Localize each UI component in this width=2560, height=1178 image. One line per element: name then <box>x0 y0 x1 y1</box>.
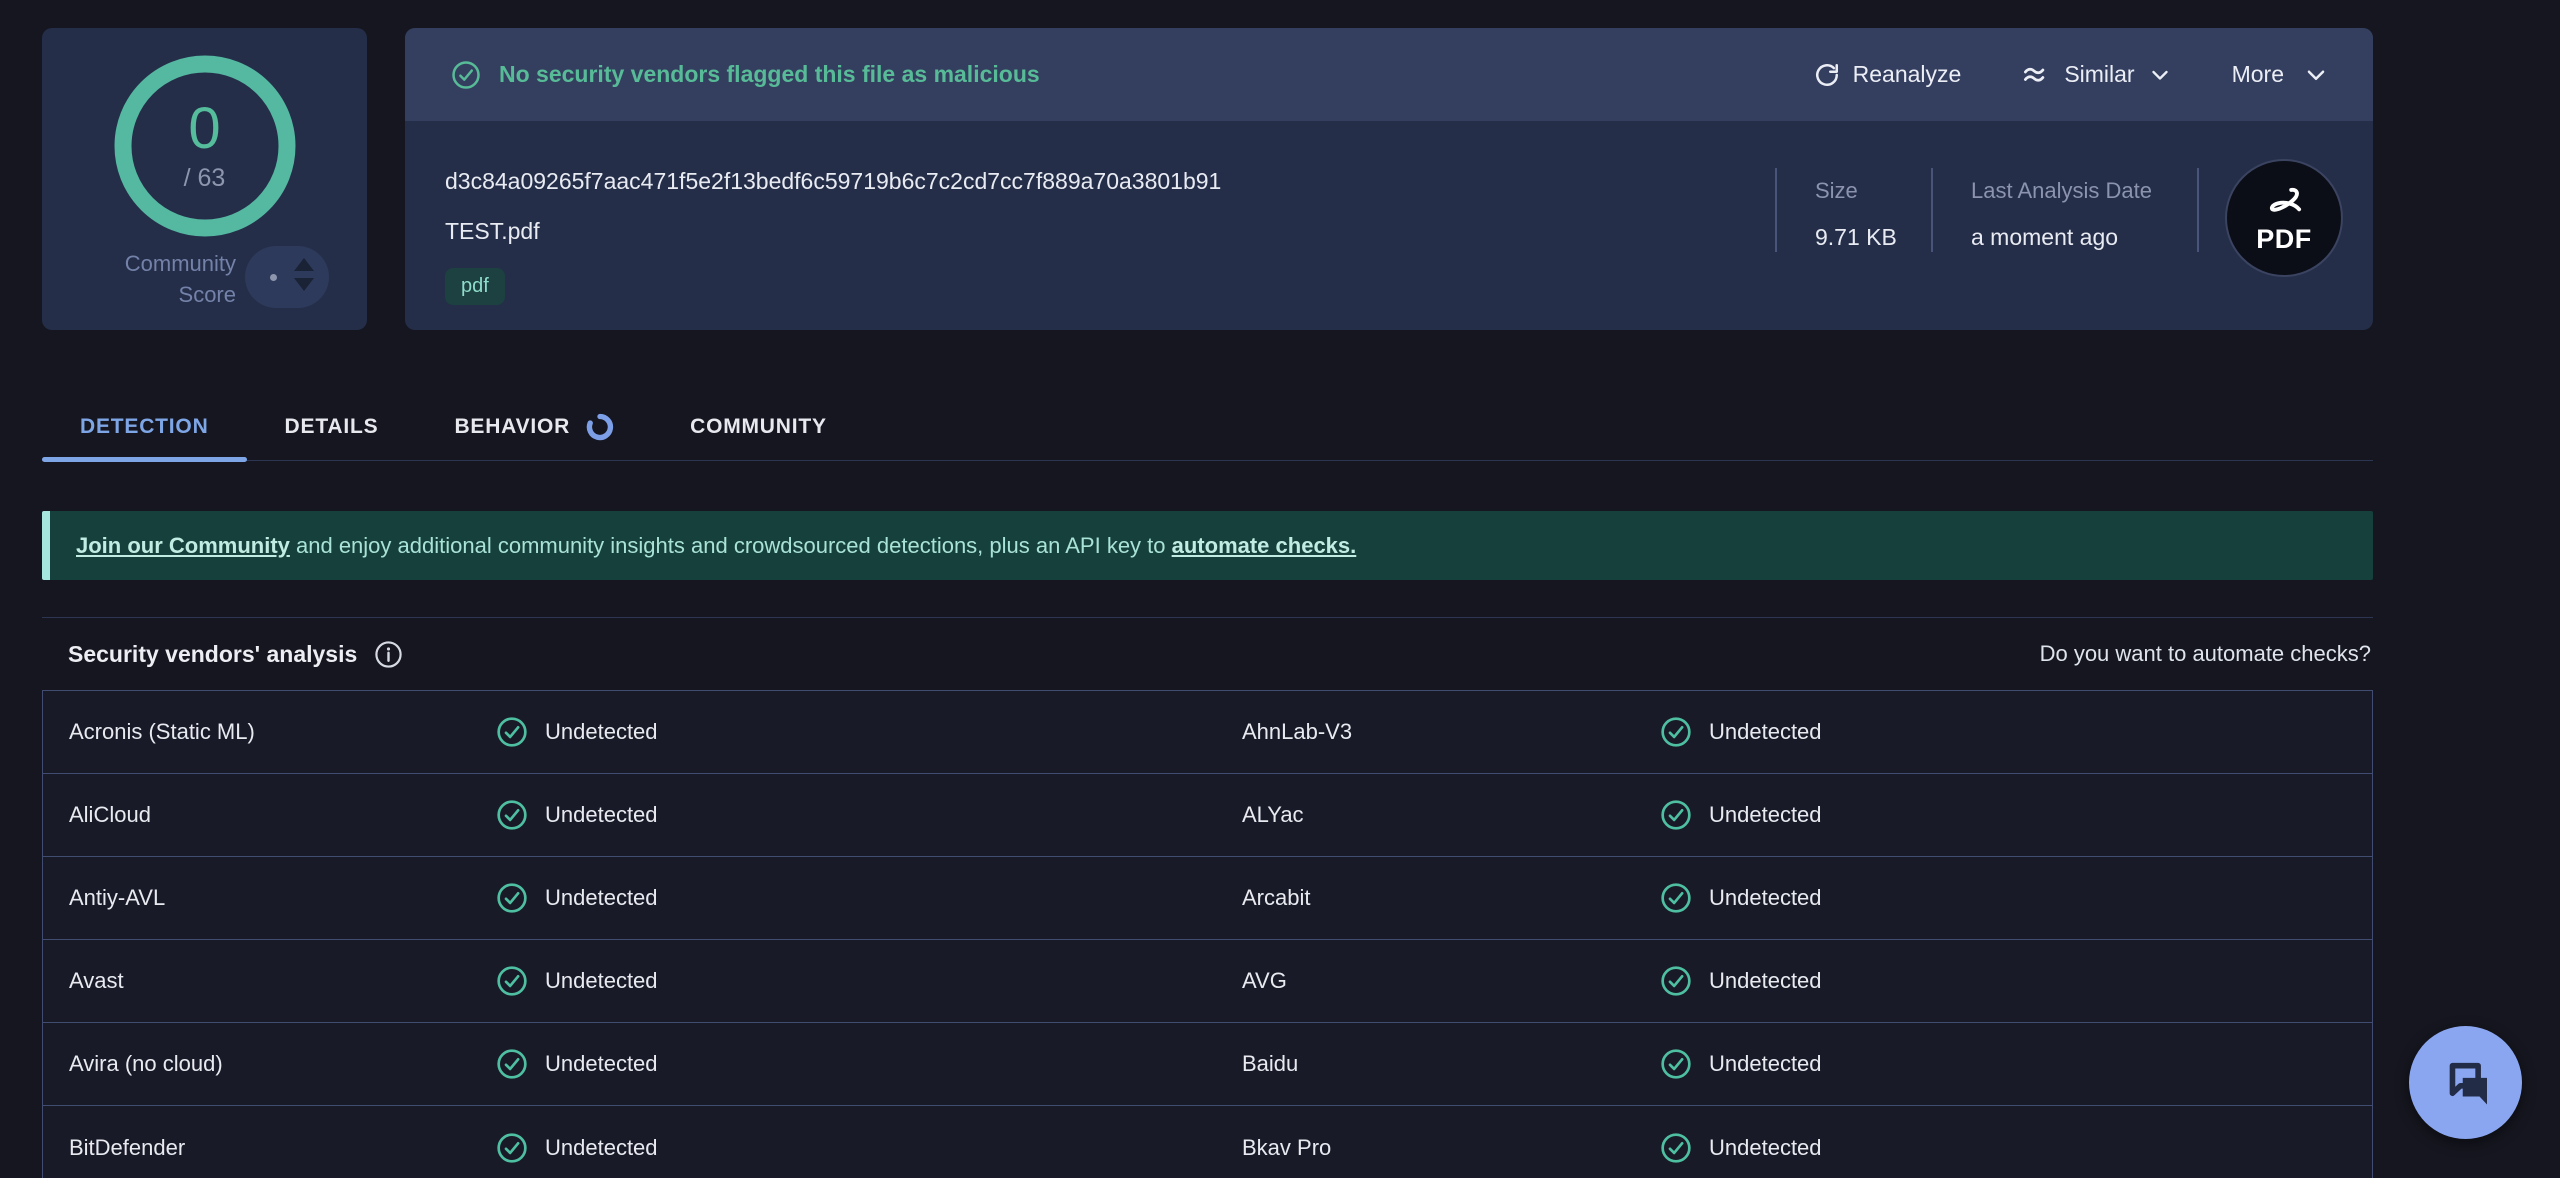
undetected-check-icon <box>496 716 528 748</box>
vendor-name: Baidu <box>1242 1051 1660 1077</box>
status-label: Undetected <box>545 1135 658 1161</box>
acrobat-swoosh-icon <box>2258 184 2310 226</box>
table-row: Antiy-AVL Undetected Arcabit Undetected <box>43 857 2372 940</box>
undetected-check-icon <box>496 799 528 831</box>
security-vendors-table: Acronis (Static ML) Undetected AhnLab-V3… <box>42 690 2373 1178</box>
table-row: AliCloud Undetected ALYac Undetected <box>43 774 2372 857</box>
tag-list: pdf <box>445 268 505 305</box>
community-vote-widget[interactable] <box>245 246 329 308</box>
chevron-down-icon <box>2148 63 2172 87</box>
vendor-name: Arcabit <box>1242 885 1660 911</box>
status-label: Undetected <box>1709 1135 1822 1161</box>
status-label: Undetected <box>545 719 658 745</box>
file-name: TEST.pdf <box>445 218 540 245</box>
undetected-check-icon <box>496 882 528 914</box>
analysis-section-header: Security vendors' analysis Do you want t… <box>42 617 2373 690</box>
detection-score-card: 0 / 63 Community Score <box>42 28 367 330</box>
score-donut: 0 / 63 <box>113 54 297 238</box>
automate-checks-link[interactable]: automate checks. <box>1172 533 1357 558</box>
status-label: Undetected <box>1709 1051 1822 1077</box>
vendor-name: Avira (no cloud) <box>69 1051 496 1077</box>
vote-dot <box>270 274 277 281</box>
status-label: Undetected <box>545 1051 658 1077</box>
chevron-down-icon <box>2303 62 2329 88</box>
community-score-label: Community Score <box>56 248 236 310</box>
table-row: Avast Undetected AVG Undetected <box>43 940 2372 1023</box>
divider <box>2197 168 2199 252</box>
verdict-banner: No security vendors flagged this file as… <box>405 28 2373 121</box>
vote-up-icon[interactable] <box>294 258 314 271</box>
vendor-name: Avast <box>69 968 496 994</box>
status-label: Undetected <box>545 802 658 828</box>
vendor-name: Bkav Pro <box>1242 1135 1660 1161</box>
status-label: Undetected <box>1709 719 1822 745</box>
tab-detection[interactable]: DETECTION <box>42 393 247 460</box>
tab-details[interactable]: DETAILS <box>247 393 417 460</box>
last-analysis-date-value: a moment ago <box>1971 224 2118 251</box>
status-label: Undetected <box>1709 802 1822 828</box>
pdf-badge-label: PDF <box>2256 226 2312 252</box>
size-value: 9.71 KB <box>1815 224 1897 251</box>
chat-bubbles-icon <box>2438 1055 2494 1111</box>
status-label: Undetected <box>545 968 658 994</box>
undetected-check-icon <box>1660 716 1692 748</box>
more-button[interactable]: More <box>2232 61 2329 88</box>
vendor-name: AVG <box>1242 968 1660 994</box>
file-summary-card: No security vendors flagged this file as… <box>405 28 2373 330</box>
tag-pdf[interactable]: pdf <box>445 268 505 305</box>
vendor-name: AhnLab-V3 <box>1242 719 1660 745</box>
file-hash: d3c84a09265f7aac471f5e2f13bedf6c59719b6c… <box>445 168 1221 195</box>
undetected-check-icon <box>1660 799 1692 831</box>
loading-spinner-icon <box>586 413 614 441</box>
tab-community[interactable]: COMMUNITY <box>652 393 865 460</box>
report-tabs: DETECTION DETAILS BEHAVIOR COMMUNITY <box>42 393 2373 461</box>
analysis-title: Security vendors' analysis <box>68 641 357 668</box>
info-icon[interactable] <box>374 640 403 669</box>
join-community-link[interactable]: Join our Community <box>76 533 290 558</box>
similar-waves-icon <box>2021 60 2051 90</box>
check-circle-icon <box>451 60 481 90</box>
score-total: / 63 <box>184 164 226 193</box>
vendor-name: ALYac <box>1242 802 1660 828</box>
undetected-check-icon <box>496 1132 528 1164</box>
divider <box>1775 168 1777 252</box>
vendor-name: Acronis (Static ML) <box>69 719 496 745</box>
table-row: Acronis (Static ML) Undetected AhnLab-V3… <box>43 691 2372 774</box>
undetected-check-icon <box>1660 1048 1692 1080</box>
table-row: Avira (no cloud) Undetected Baidu Undete… <box>43 1023 2372 1106</box>
support-chat-button[interactable] <box>2409 1026 2522 1139</box>
tab-behavior[interactable]: BEHAVIOR <box>416 393 652 460</box>
status-label: Undetected <box>1709 968 1822 994</box>
status-label: Undetected <box>1709 885 1822 911</box>
undetected-check-icon <box>496 1048 528 1080</box>
size-label: Size <box>1815 178 1858 204</box>
undetected-check-icon <box>1660 882 1692 914</box>
score-positives: 0 <box>188 100 220 158</box>
divider <box>1931 168 1933 252</box>
reanalyze-button[interactable]: Reanalyze <box>1814 61 1962 88</box>
virustotal-file-report: 0 / 63 Community Score No security vendo… <box>0 0 2560 1178</box>
table-row: BitDefender Undetected Bkav Pro Undetect… <box>43 1106 2372 1178</box>
pdf-file-type-badge: PDF <box>2225 159 2343 277</box>
verdict-message: No security vendors flagged this file as… <box>451 60 1040 90</box>
vote-down-icon[interactable] <box>294 278 314 291</box>
join-community-banner: Join our Community and enjoy additional … <box>42 511 2373 580</box>
vendor-name: BitDefender <box>69 1135 496 1161</box>
undetected-check-icon <box>1660 1132 1692 1164</box>
similar-button[interactable]: Similar <box>2021 60 2171 90</box>
refresh-icon <box>1814 62 1840 88</box>
last-analysis-date-label: Last Analysis Date <box>1971 178 2152 204</box>
undetected-check-icon <box>496 965 528 997</box>
undetected-check-icon <box>1660 965 1692 997</box>
vendor-name: AliCloud <box>69 802 496 828</box>
automate-checks-prompt[interactable]: Do you want to automate checks? <box>2040 641 2371 667</box>
vendor-name: Antiy-AVL <box>69 885 496 911</box>
status-label: Undetected <box>545 885 658 911</box>
